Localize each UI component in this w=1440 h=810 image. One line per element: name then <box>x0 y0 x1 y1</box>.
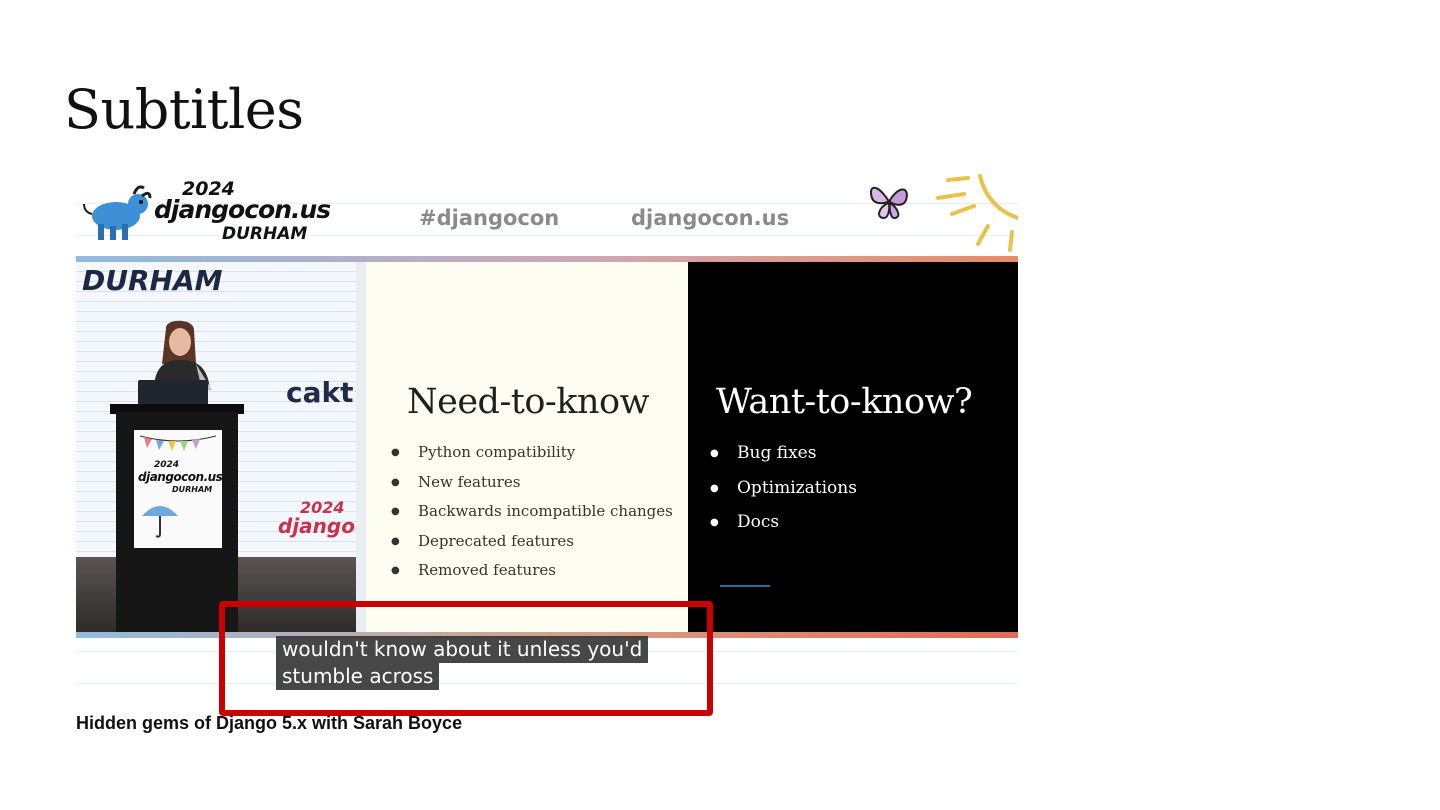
video-frame[interactable]: 2024 djangocon.us DURHAM #djangocon djan… <box>76 172 1018 690</box>
want-to-know-heading: Want-to-know? <box>716 382 973 422</box>
accent-rule <box>720 585 770 587</box>
panel-divider <box>356 262 366 632</box>
list-item: Backwards incompatible changes <box>391 501 673 531</box>
want-to-know-list: Bug fixes Optimizations Docs <box>710 442 857 546</box>
umbrella-icon <box>142 506 178 538</box>
logo-city: DURHAM <box>222 224 308 244</box>
butterfly-icon <box>870 186 908 220</box>
list-item: Python compatibility <box>391 442 673 472</box>
subtitle-line: wouldn't know about it unless you'd <box>276 636 649 663</box>
speaker-camera-feed: DURHAM cakt 2024 djangoc 2024 djangocon.… <box>76 262 356 632</box>
subtitle-line: stumble across <box>276 663 440 690</box>
list-item: Deprecated features <box>391 531 673 561</box>
list-item: Optimizations <box>710 477 857 512</box>
event-header: 2024 djangocon.us DURHAM #djangocon djan… <box>76 172 1018 256</box>
podium-sign: 2024 djangocon.us DURHAM <box>134 430 223 548</box>
logo-wordmark: djangocon.us <box>154 195 331 224</box>
slide-panel-need-to-know: Need-to-know Python compatibility New fe… <box>366 262 688 632</box>
bull-mascot-icon <box>83 185 152 240</box>
backdrop-wordmark: djangoc <box>278 514 356 538</box>
need-to-know-list: Python compatibility New features Backwa… <box>391 442 673 590</box>
list-item: Removed features <box>391 560 673 590</box>
sponsor-logo: cakt <box>286 376 354 409</box>
list-item: Bug fixes <box>710 442 857 477</box>
page-title: Subtitles <box>64 78 304 141</box>
podium-wordmark: djangocon.us <box>138 470 223 484</box>
sun-rays-icon <box>936 174 1018 252</box>
event-website: djangocon.us <box>631 206 790 230</box>
list-item: Docs <box>710 511 857 546</box>
slide-panel-want-to-know: Want-to-know? Bug fixes Optimizations Do… <box>688 262 1018 632</box>
podium-year: 2024 <box>154 460 180 470</box>
subtitle-overlay: wouldn't know about it unless you'd stum… <box>276 636 649 690</box>
event-hashtag: #djangocon <box>419 206 560 230</box>
list-item: New features <box>391 472 673 502</box>
bunting-icon <box>139 435 217 451</box>
backdrop-city: DURHAM <box>82 264 223 297</box>
need-to-know-heading: Need-to-know <box>407 382 650 422</box>
video-caption: Hidden gems of Django 5.x with Sarah Boy… <box>76 713 463 733</box>
podium-city: DURHAM <box>172 485 213 494</box>
